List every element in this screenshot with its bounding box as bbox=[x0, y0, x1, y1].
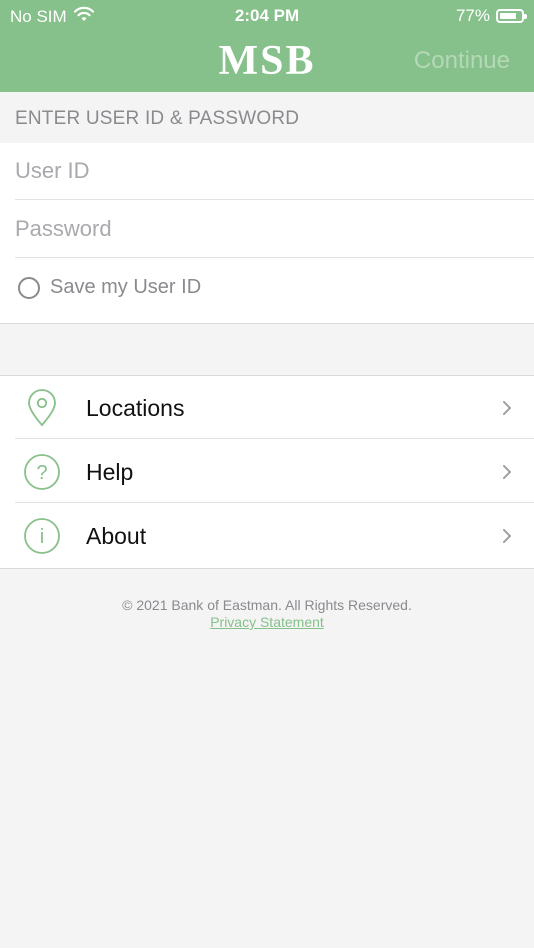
menu-list: Locations ? Help i About bbox=[0, 375, 534, 569]
svg-text:i: i bbox=[40, 526, 44, 548]
menu-item-locations[interactable]: Locations bbox=[15, 376, 534, 439]
menu-item-label: Locations bbox=[86, 395, 185, 421]
menu-item-label: Help bbox=[86, 459, 134, 485]
status-bar: No SIM 2:04 PM 77% bbox=[0, 0, 534, 30]
status-time: 2:04 PM bbox=[234, 6, 300, 25]
app-header: No SIM 2:04 PM 77% MSB Continue bbox=[0, 0, 534, 92]
battery-percent: 77% bbox=[455, 6, 490, 25]
menu-item-about[interactable]: i About bbox=[15, 504, 534, 567]
save-user-id-radio[interactable] bbox=[18, 276, 40, 299]
chevron-right-icon bbox=[502, 464, 512, 480]
login-form: User ID Password Save my User ID bbox=[0, 143, 534, 324]
continue-button[interactable]: Continue bbox=[414, 46, 510, 76]
menu-item-help[interactable]: ? Help bbox=[15, 440, 534, 503]
status-right: 77% bbox=[455, 6, 527, 26]
privacy-statement-link[interactable]: Privacy Statement bbox=[0, 614, 534, 631]
copyright-text: © 2021 Bank of Eastman. All Rights Reser… bbox=[122, 597, 412, 613]
login-section-title: ENTER USER ID & PASSWORD bbox=[15, 108, 300, 129]
password-input[interactable]: Password bbox=[15, 201, 534, 258]
map-pin-icon bbox=[23, 389, 61, 427]
save-user-id-label: Save my User ID bbox=[50, 276, 202, 298]
chevron-right-icon bbox=[502, 400, 512, 416]
menu-item-label: About bbox=[86, 523, 147, 549]
battery-icon bbox=[496, 9, 527, 23]
footer: © 2021 Bank of Eastman. All Rights Reser… bbox=[0, 597, 534, 631]
info-circle-icon: i bbox=[23, 517, 61, 555]
chevron-right-icon bbox=[502, 528, 512, 544]
question-circle-icon: ? bbox=[23, 453, 61, 491]
user-id-input[interactable]: User ID bbox=[15, 143, 534, 200]
svg-text:?: ? bbox=[36, 462, 47, 484]
save-user-id-toggle[interactable]: Save my User ID bbox=[18, 276, 201, 299]
